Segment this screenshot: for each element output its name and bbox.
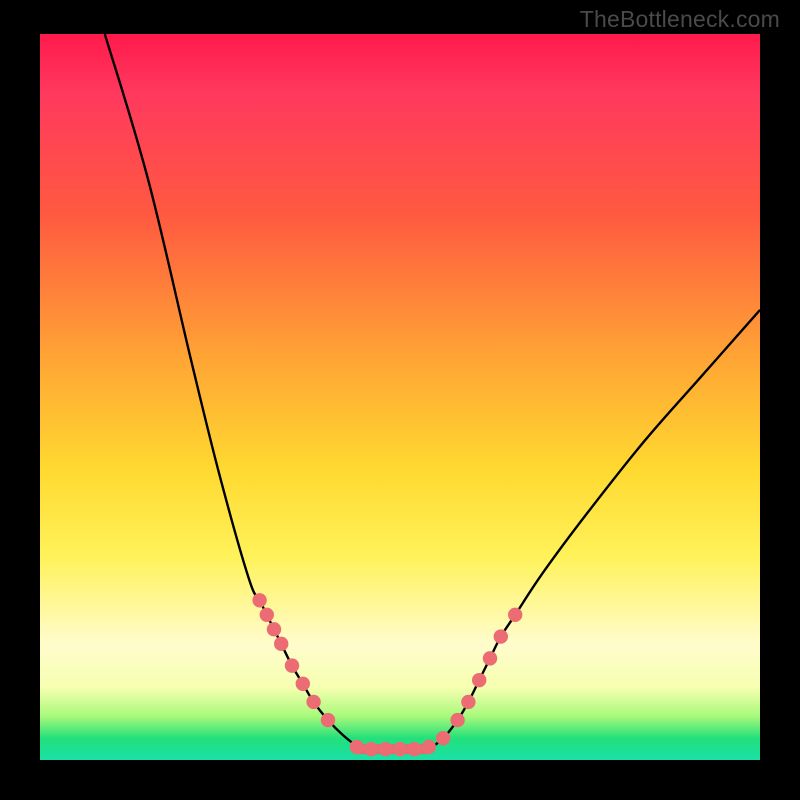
data-marker — [461, 695, 475, 709]
data-marker — [306, 695, 320, 709]
plot-area — [40, 34, 760, 760]
data-marker — [285, 658, 299, 672]
data-marker — [296, 677, 310, 691]
data-markers — [252, 593, 522, 756]
left-curve-path — [105, 34, 371, 749]
chart-frame: TheBottleneck.com — [0, 0, 800, 800]
curve-left — [105, 34, 371, 749]
data-marker — [407, 742, 421, 756]
data-marker — [422, 740, 436, 754]
data-marker — [450, 713, 464, 727]
data-marker — [260, 608, 274, 622]
data-marker — [267, 622, 281, 636]
chart-svg — [40, 34, 760, 760]
data-marker — [350, 740, 364, 754]
data-marker — [321, 713, 335, 727]
data-marker — [364, 742, 378, 756]
data-marker — [393, 742, 407, 756]
data-marker — [494, 629, 508, 643]
data-marker — [436, 731, 450, 745]
data-marker — [483, 651, 497, 665]
data-marker — [274, 637, 288, 651]
data-marker — [472, 673, 486, 687]
data-marker — [508, 608, 522, 622]
data-marker — [252, 593, 266, 607]
data-marker — [378, 742, 392, 756]
watermark-text: TheBottleneck.com — [580, 6, 780, 33]
